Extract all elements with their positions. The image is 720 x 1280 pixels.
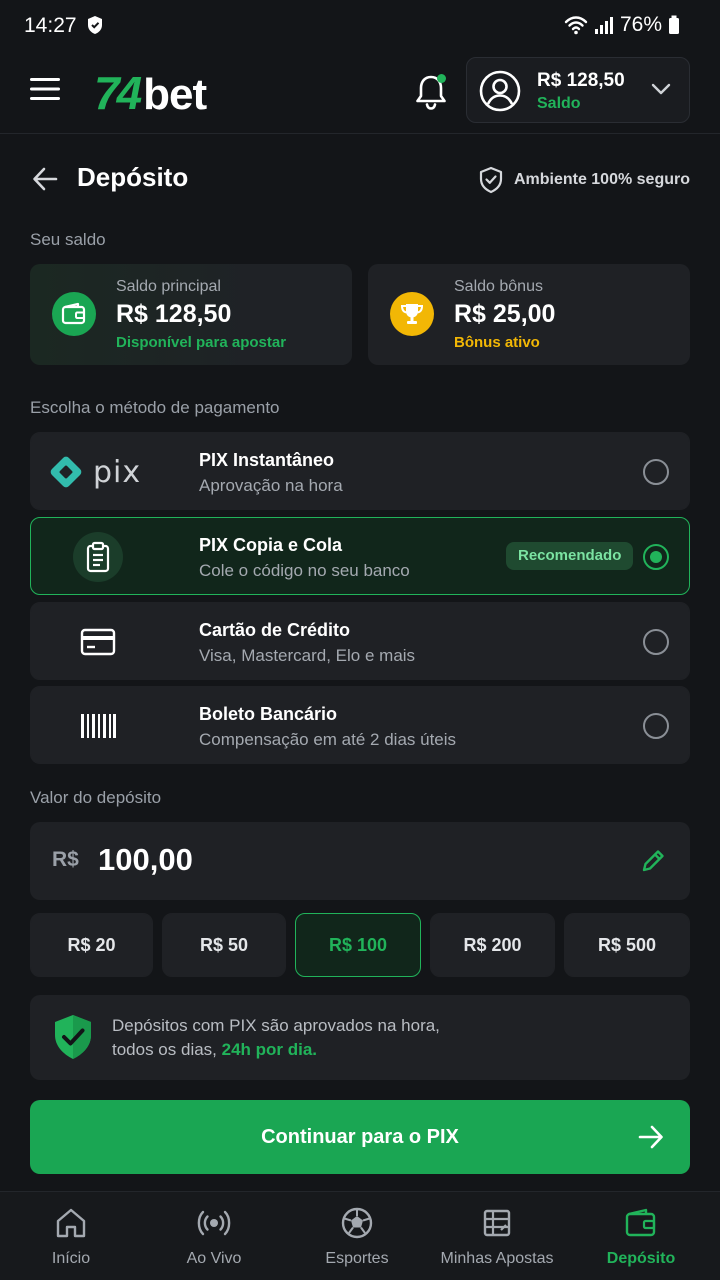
notifications-button[interactable] bbox=[412, 72, 450, 112]
deposit-section-label: Valor do depósito bbox=[30, 788, 162, 807]
arrow-right-icon bbox=[638, 1125, 663, 1149]
recommended-badge: Recomendado bbox=[506, 542, 634, 570]
nav-item-ao-vivo[interactable]: Ao Vivo bbox=[144, 1206, 284, 1276]
wallet-icon bbox=[52, 292, 96, 336]
home-icon bbox=[56, 1208, 86, 1238]
amount-value: 100,00 bbox=[98, 842, 193, 877]
secure-environment-badge: Ambiente 100% seguro bbox=[478, 166, 690, 194]
trophy-icon bbox=[390, 292, 434, 336]
pencil-icon[interactable] bbox=[640, 848, 666, 874]
main-balance-sub: Disponível para apostar bbox=[116, 334, 287, 351]
quick-amount-200[interactable]: R$ 200 bbox=[430, 913, 555, 977]
logo-number: 74 bbox=[94, 67, 142, 119]
user-avatar-icon bbox=[479, 70, 521, 112]
credit-card-icon bbox=[73, 617, 123, 667]
quick-amount-50[interactable]: R$ 50 bbox=[162, 913, 286, 977]
pix-info-box: Depósitos com PIX são aprovados na hora,… bbox=[30, 995, 690, 1080]
quick-amount-100[interactable]: R$ 100 bbox=[295, 913, 421, 977]
wallet-icon bbox=[625, 1208, 656, 1237]
nav-item-inicio[interactable]: Início bbox=[1, 1206, 141, 1276]
method-subtitle: Cole o código no seu banco bbox=[199, 561, 410, 580]
main-balance-title: Saldo principal bbox=[116, 278, 221, 295]
soccer-ball-icon bbox=[341, 1207, 373, 1239]
notification-dot bbox=[437, 74, 446, 83]
deposit-amount-input[interactable]: R$ 100,00 bbox=[30, 822, 690, 900]
live-icon bbox=[197, 1210, 231, 1236]
account-menu-button[interactable]: R$ 128,50 Saldo bbox=[466, 57, 690, 123]
clipboard-icon bbox=[73, 532, 123, 582]
pix-logo-text: pix bbox=[93, 454, 142, 490]
method-title: Cartão de Crédito bbox=[199, 620, 351, 640]
main-balance-card[interactable]: Saldo principal R$ 128,50 Disponível par… bbox=[30, 264, 352, 365]
radio-button[interactable] bbox=[643, 713, 669, 739]
status-bar: 14:27 76% bbox=[0, 0, 720, 52]
pix-logo-icon: pix bbox=[47, 453, 141, 491]
info-line-1: Depósitos com PIX são aprovados na hora, bbox=[112, 1016, 440, 1035]
account-balance-label: Saldo bbox=[537, 95, 581, 112]
info-text: Depósitos com PIX são aprovados na hora,… bbox=[112, 1014, 440, 1062]
payment-method-pix-copy-paste[interactable]: PIX Copia e Cola Cole o código no seu ba… bbox=[30, 517, 690, 595]
battery-percent: 76% bbox=[619, 13, 662, 36]
logo-text: bet bbox=[143, 70, 207, 119]
shield-check-icon bbox=[479, 166, 503, 194]
payment-method-boleto[interactable]: Boleto Bancário Compensação em até 2 dia… bbox=[30, 686, 690, 764]
nav-item-deposito[interactable]: Depósito bbox=[571, 1206, 711, 1276]
method-title: PIX Copia e Cola bbox=[199, 535, 343, 555]
method-subtitle: Visa, Mastercard, Elo e mais bbox=[199, 646, 416, 665]
signal-icon bbox=[594, 17, 613, 34]
secure-label: Ambiente 100% seguro bbox=[513, 171, 690, 188]
brand-logo[interactable]: 74 bet bbox=[94, 66, 207, 119]
cta-label: Continuar para o PIX bbox=[261, 1125, 459, 1148]
method-subtitle: Aprovação na hora bbox=[199, 476, 343, 495]
vpn-shield-icon bbox=[88, 16, 102, 34]
bonus-balance-sub: Bônus ativo bbox=[454, 334, 540, 351]
bonus-balance-title: Saldo bônus bbox=[454, 278, 543, 295]
hamburger-menu-icon[interactable] bbox=[30, 76, 62, 102]
radio-button[interactable] bbox=[643, 629, 669, 655]
back-arrow-icon[interactable] bbox=[32, 166, 58, 192]
method-subtitle: Compensação em até 2 dias úteis bbox=[199, 730, 457, 749]
battery-icon bbox=[669, 15, 679, 34]
radio-button[interactable] bbox=[643, 459, 669, 485]
radio-button-selected[interactable] bbox=[643, 544, 669, 570]
bottom-navigation: Início Ao Vivo Esportes Minhas Apostas D… bbox=[0, 1191, 720, 1280]
status-time: 14:27 bbox=[24, 14, 77, 37]
payment-section-label: Escolha o método de pagamento bbox=[30, 398, 280, 417]
quick-amount-20[interactable]: R$ 20 bbox=[30, 913, 153, 977]
bonus-balance-card[interactable]: Saldo bônus R$ 25,00 Bônus ativo bbox=[368, 264, 690, 365]
info-line-2: todos os dias, 24h por dia. bbox=[112, 1040, 318, 1059]
bonus-balance-value: R$ 25,00 bbox=[454, 300, 556, 328]
payment-method-credit-card[interactable]: Cartão de Crédito Visa, Mastercard, Elo … bbox=[30, 602, 690, 680]
info-highlight: 24h por dia. bbox=[221, 1040, 318, 1059]
status-indicators: 76% bbox=[564, 13, 680, 37]
method-title: PIX Instantâneo bbox=[199, 450, 335, 470]
payment-method-pix-instant[interactable]: pix PIX Instantâneo Aprovação na hora bbox=[30, 432, 690, 510]
page-title: Depósito bbox=[77, 162, 189, 192]
method-title: Boleto Bancário bbox=[199, 704, 338, 724]
wifi-icon bbox=[564, 16, 588, 35]
continue-pix-button[interactable]: Continuar para o PIX bbox=[30, 1100, 690, 1174]
balance-section-label: Seu saldo bbox=[30, 230, 106, 249]
quick-amount-500[interactable]: R$ 500 bbox=[564, 913, 690, 977]
nav-item-minhas-apostas[interactable]: Minhas Apostas bbox=[427, 1206, 567, 1276]
barcode-icon bbox=[73, 701, 123, 751]
account-balance: R$ 128,50 bbox=[537, 70, 625, 91]
app-header: 74 bet R$ 128,50 Saldo bbox=[0, 52, 720, 134]
nav-item-esportes[interactable]: Esportes bbox=[287, 1206, 427, 1276]
amount-currency: R$ bbox=[52, 848, 79, 871]
shield-check-icon bbox=[55, 1015, 91, 1059]
chevron-down-icon bbox=[651, 83, 671, 95]
main-balance-value: R$ 128,50 bbox=[116, 300, 232, 328]
bet-slip-icon bbox=[483, 1209, 511, 1237]
